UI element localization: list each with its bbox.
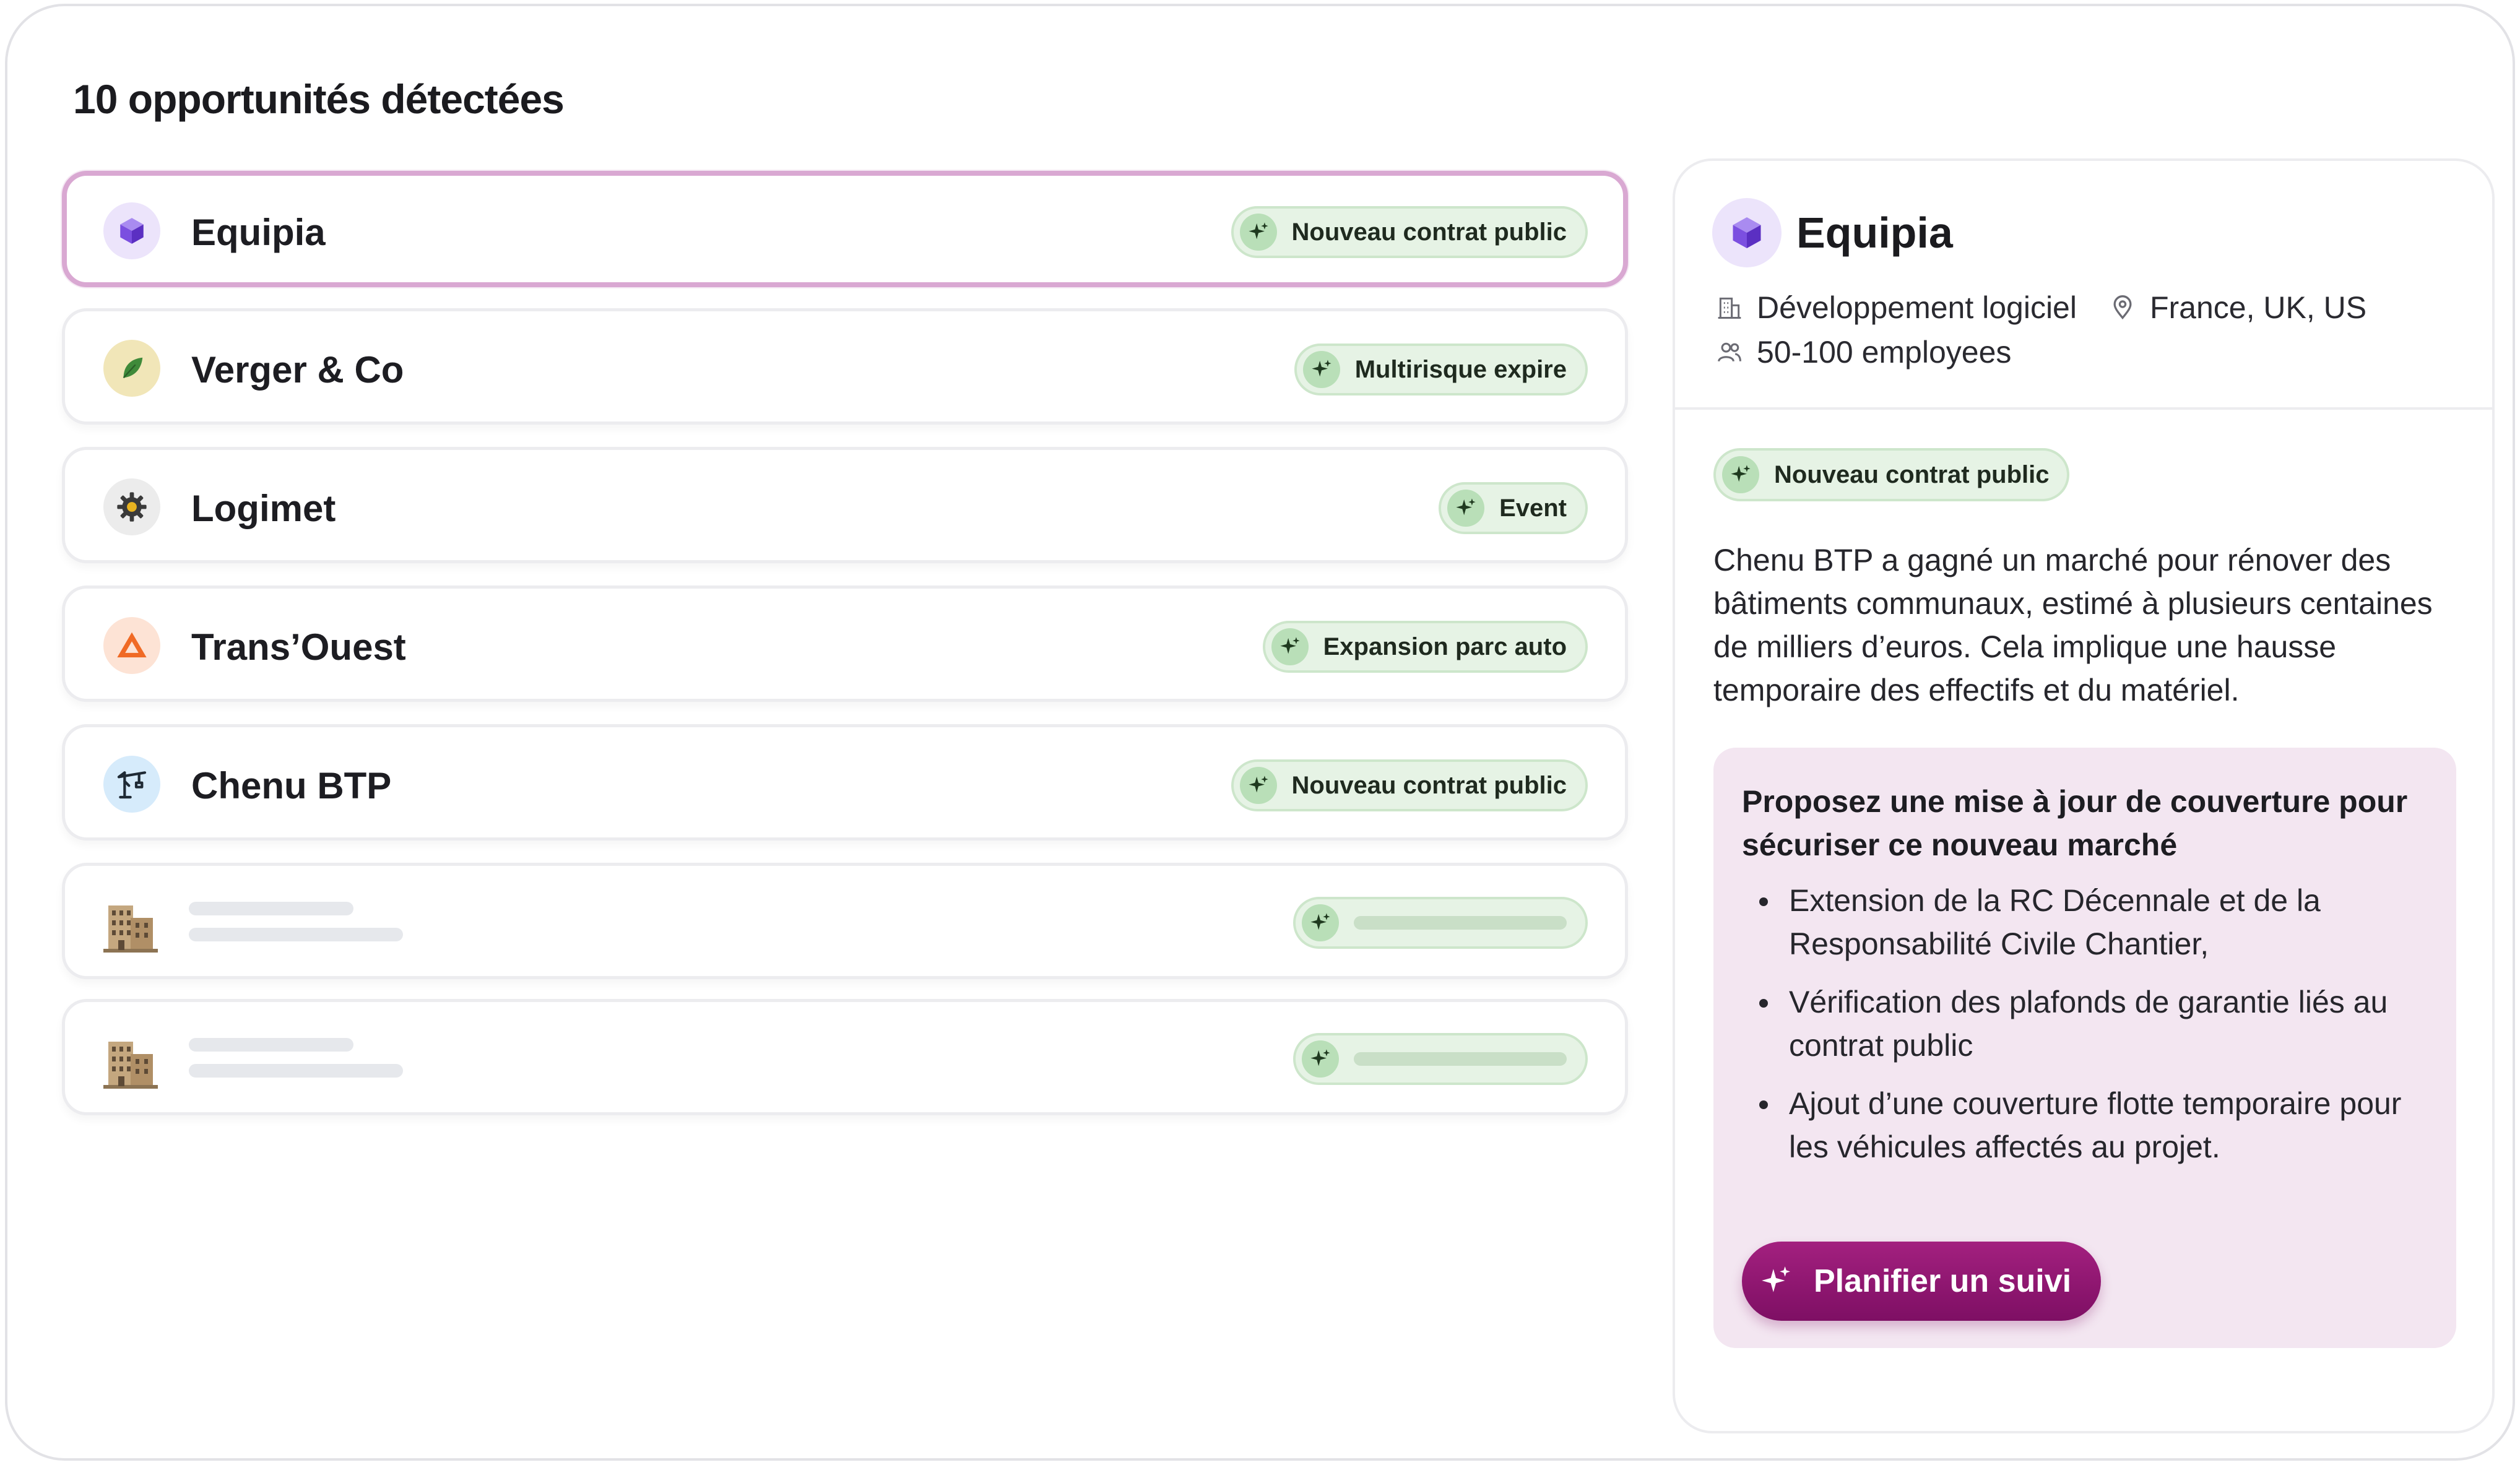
building-icon <box>103 1034 163 1093</box>
sparkle-icon <box>1760 1265 1791 1298</box>
opportunity-description: Chenu BTP a gagné un marché pour rénover… <box>1713 543 2433 707</box>
crane-icon <box>103 756 160 813</box>
industry-label: Développement logiciel <box>1757 290 2077 325</box>
app-frame: 10 opportunités détectées Equipia Nouvea… <box>5 4 2515 1461</box>
placeholder-row <box>62 999 1628 1115</box>
users-icon <box>1713 336 1746 368</box>
sparkle-icon <box>1239 214 1277 251</box>
placeholder-row <box>62 863 1628 979</box>
cube-icon <box>103 202 160 259</box>
company-name: Chenu BTP <box>191 765 392 806</box>
sparkle-icon <box>1447 490 1485 527</box>
recommendation-card: Proposez une mise à jour de couverture p… <box>1713 748 2456 1348</box>
placeholder-subtitle-bar <box>189 928 403 941</box>
location-label: France, UK, US <box>2149 290 2367 325</box>
detail-panel: Equipia Développement logiciel France, U… <box>1673 158 2495 1433</box>
company-name: Verger & Co <box>191 349 404 391</box>
signal-tag: Multirisque expire <box>1294 344 1588 395</box>
company-meta: Développement logiciel France, UK, US <box>1713 290 2366 326</box>
sparkle-icon <box>1302 351 1340 388</box>
placeholder-tag <box>1293 897 1588 949</box>
placeholder-title-bar <box>189 1038 353 1052</box>
recommendation-item: Extension de la RC Décennale et de la Re… <box>1742 879 2429 966</box>
signal-tag: Nouveau contrat public <box>1231 759 1588 811</box>
page-title: 10 opportunités détectées <box>73 76 565 122</box>
sparkle-icon <box>1302 904 1339 941</box>
tag-label: Nouveau contrat public <box>1291 218 1567 246</box>
placeholder-tag-bar <box>1354 1052 1567 1066</box>
company-name: Logimet <box>191 488 336 529</box>
signal-tag: Event <box>1439 482 1588 534</box>
detail-company-name: Equipia <box>1796 209 1953 257</box>
opportunity-row-equipia[interactable]: Equipia Nouveau contrat public <box>62 171 1628 287</box>
tag-label: Nouveau contrat public <box>1774 460 2050 488</box>
opportunity-row-trans-ouest[interactable]: Trans’Ouest Expansion parc auto <box>62 586 1628 702</box>
gear-icon <box>103 478 160 535</box>
placeholder-tag-bar <box>1354 916 1567 930</box>
recommendation-title: Proposez une mise à jour de couverture p… <box>1742 784 2408 862</box>
opportunity-row-chenu-btp[interactable]: Chenu BTP Nouveau contrat public <box>62 724 1628 841</box>
sparkle-icon <box>1271 628 1309 665</box>
cta-label: Planifier un suivi <box>1814 1263 2072 1299</box>
opportunity-row-verger-co[interactable]: Verger & Co Multirisque expire <box>62 308 1628 425</box>
divider <box>1675 407 2492 410</box>
building-outline-icon <box>1713 292 1746 324</box>
sparkle-icon <box>1239 767 1277 804</box>
recommendation-item: Vérification des plafonds de garantie li… <box>1742 980 2429 1067</box>
tag-label: Multirisque expire <box>1354 355 1567 383</box>
warning-triangle-icon <box>103 617 160 674</box>
recommendation-list: Extension de la RC Décennale et de la Re… <box>1742 879 2429 1183</box>
signal-tag: Nouveau contrat public <box>1231 206 1588 258</box>
leaf-icon <box>103 340 160 397</box>
schedule-follow-up-button[interactable]: Planifier un suivi <box>1742 1242 2101 1321</box>
placeholder-tag <box>1293 1033 1588 1085</box>
building-icon <box>103 898 163 957</box>
opportunity-row-logimet[interactable]: Logimet Event <box>62 447 1628 563</box>
detail-signal-tag: Nouveau contrat public <box>1713 448 2069 501</box>
recommendation-item: Ajout d’une couverture flotte temporaire… <box>1742 1082 2429 1169</box>
employees-label: 50-100 employees <box>1757 335 2012 369</box>
placeholder-subtitle-bar <box>189 1064 403 1078</box>
signal-tag: Expansion parc auto <box>1262 621 1588 673</box>
tag-label: Nouveau contrat public <box>1291 771 1567 799</box>
cube-icon <box>1712 198 1782 267</box>
sparkle-icon <box>1722 456 1759 493</box>
company-size: 50-100 employees <box>1713 334 2011 370</box>
company-name: Trans’Ouest <box>191 626 406 668</box>
sparkle-icon <box>1302 1040 1339 1078</box>
company-name: Equipia <box>191 212 326 253</box>
tag-label: Expansion parc auto <box>1323 633 1567 660</box>
placeholder-title-bar <box>189 902 353 915</box>
tag-label: Event <box>1499 494 1567 522</box>
location-pin-icon <box>2106 292 2139 324</box>
